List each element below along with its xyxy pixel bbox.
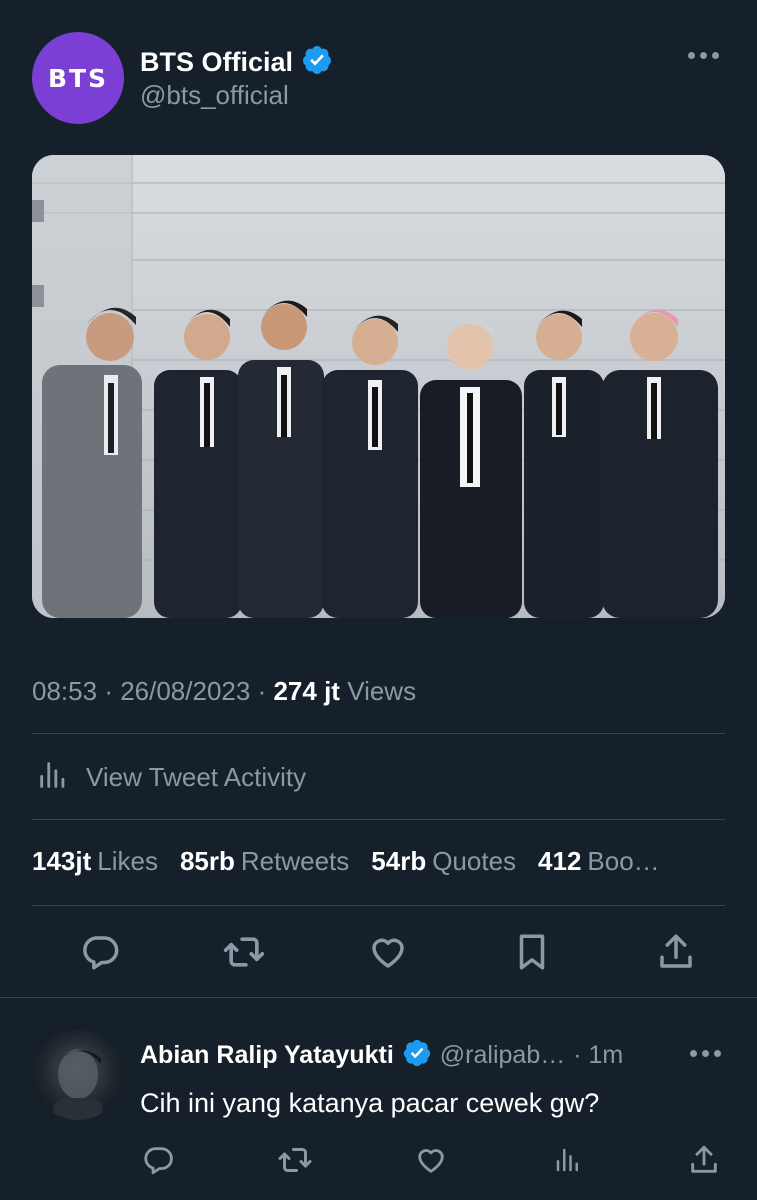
reply-icon[interactable] <box>78 930 122 974</box>
separator: · <box>104 676 121 706</box>
divider <box>32 733 725 734</box>
views-label: Views <box>347 676 417 706</box>
more-options-icon[interactable] <box>688 52 719 59</box>
tweet-date[interactable]: 26/08/2023 <box>120 676 250 706</box>
reply-avatar-image <box>53 1049 103 1120</box>
engagement-stats: 143jt Likes 85rb Retweets 54rb Quotes 412 Bo… <box>32 846 660 877</box>
retweets-stat[interactable]: 85rb Retweets <box>180 846 349 877</box>
verified-badge-icon <box>301 44 333 81</box>
quotes-stat[interactable]: 54rb Quotes <box>371 846 516 877</box>
bookmarks-stat[interactable]: 412 Boo… <box>538 846 660 877</box>
share-icon[interactable] <box>682 1138 726 1182</box>
separator: · <box>257 676 274 706</box>
like-icon[interactable] <box>366 930 410 974</box>
reply-text: Cih ini yang katanya pacar cewek gw? <box>140 1088 600 1118</box>
tweet-photo[interactable] <box>32 155 725 618</box>
retweet-icon[interactable] <box>273 1138 317 1182</box>
view-tweet-activity-label: View Tweet Activity <box>86 762 307 792</box>
reply-display-name[interactable]: Abian Ralip Yatayukti <box>140 1041 394 1070</box>
reply-handle[interactable]: @ralipab… <box>440 1041 565 1070</box>
tweet-time[interactable]: 08:53 <box>32 676 97 706</box>
divider <box>32 819 725 820</box>
tweet-action-bar <box>78 930 698 974</box>
likes-stat[interactable]: 143jt Likes <box>32 846 158 877</box>
reply-icon[interactable] <box>136 1138 180 1182</box>
author-handle[interactable]: @bts_official <box>140 80 289 111</box>
tweet-meta: 08:53 · 26/08/2023 · 274 jt Views <box>32 676 416 707</box>
verified-badge-icon <box>402 1038 432 1073</box>
reply-time[interactable]: · 1m <box>573 1041 623 1070</box>
retweet-icon[interactable] <box>222 930 266 974</box>
reply-action-bar <box>136 1138 726 1182</box>
share-icon[interactable] <box>654 930 698 974</box>
divider <box>32 905 725 906</box>
avatar[interactable]: BTS <box>32 32 124 124</box>
author-display-name[interactable]: BTS Official <box>140 47 293 78</box>
analytics-icon[interactable] <box>546 1138 590 1182</box>
view-tweet-activity[interactable]: View Tweet Activity <box>36 758 306 797</box>
reply-more-options-icon[interactable] <box>690 1050 721 1057</box>
author-name-row[interactable]: BTS Official <box>140 44 333 81</box>
analytics-icon <box>36 758 70 797</box>
divider <box>0 997 757 998</box>
like-icon[interactable] <box>409 1138 453 1182</box>
bookmark-icon[interactable] <box>510 930 554 974</box>
group-photo-image <box>32 155 725 618</box>
views-count: 274 jt <box>273 676 340 706</box>
reply-avatar[interactable] <box>33 1030 123 1120</box>
reply-header: Abian Ralip Yatayukti @ralipab… · 1m <box>140 1038 623 1073</box>
